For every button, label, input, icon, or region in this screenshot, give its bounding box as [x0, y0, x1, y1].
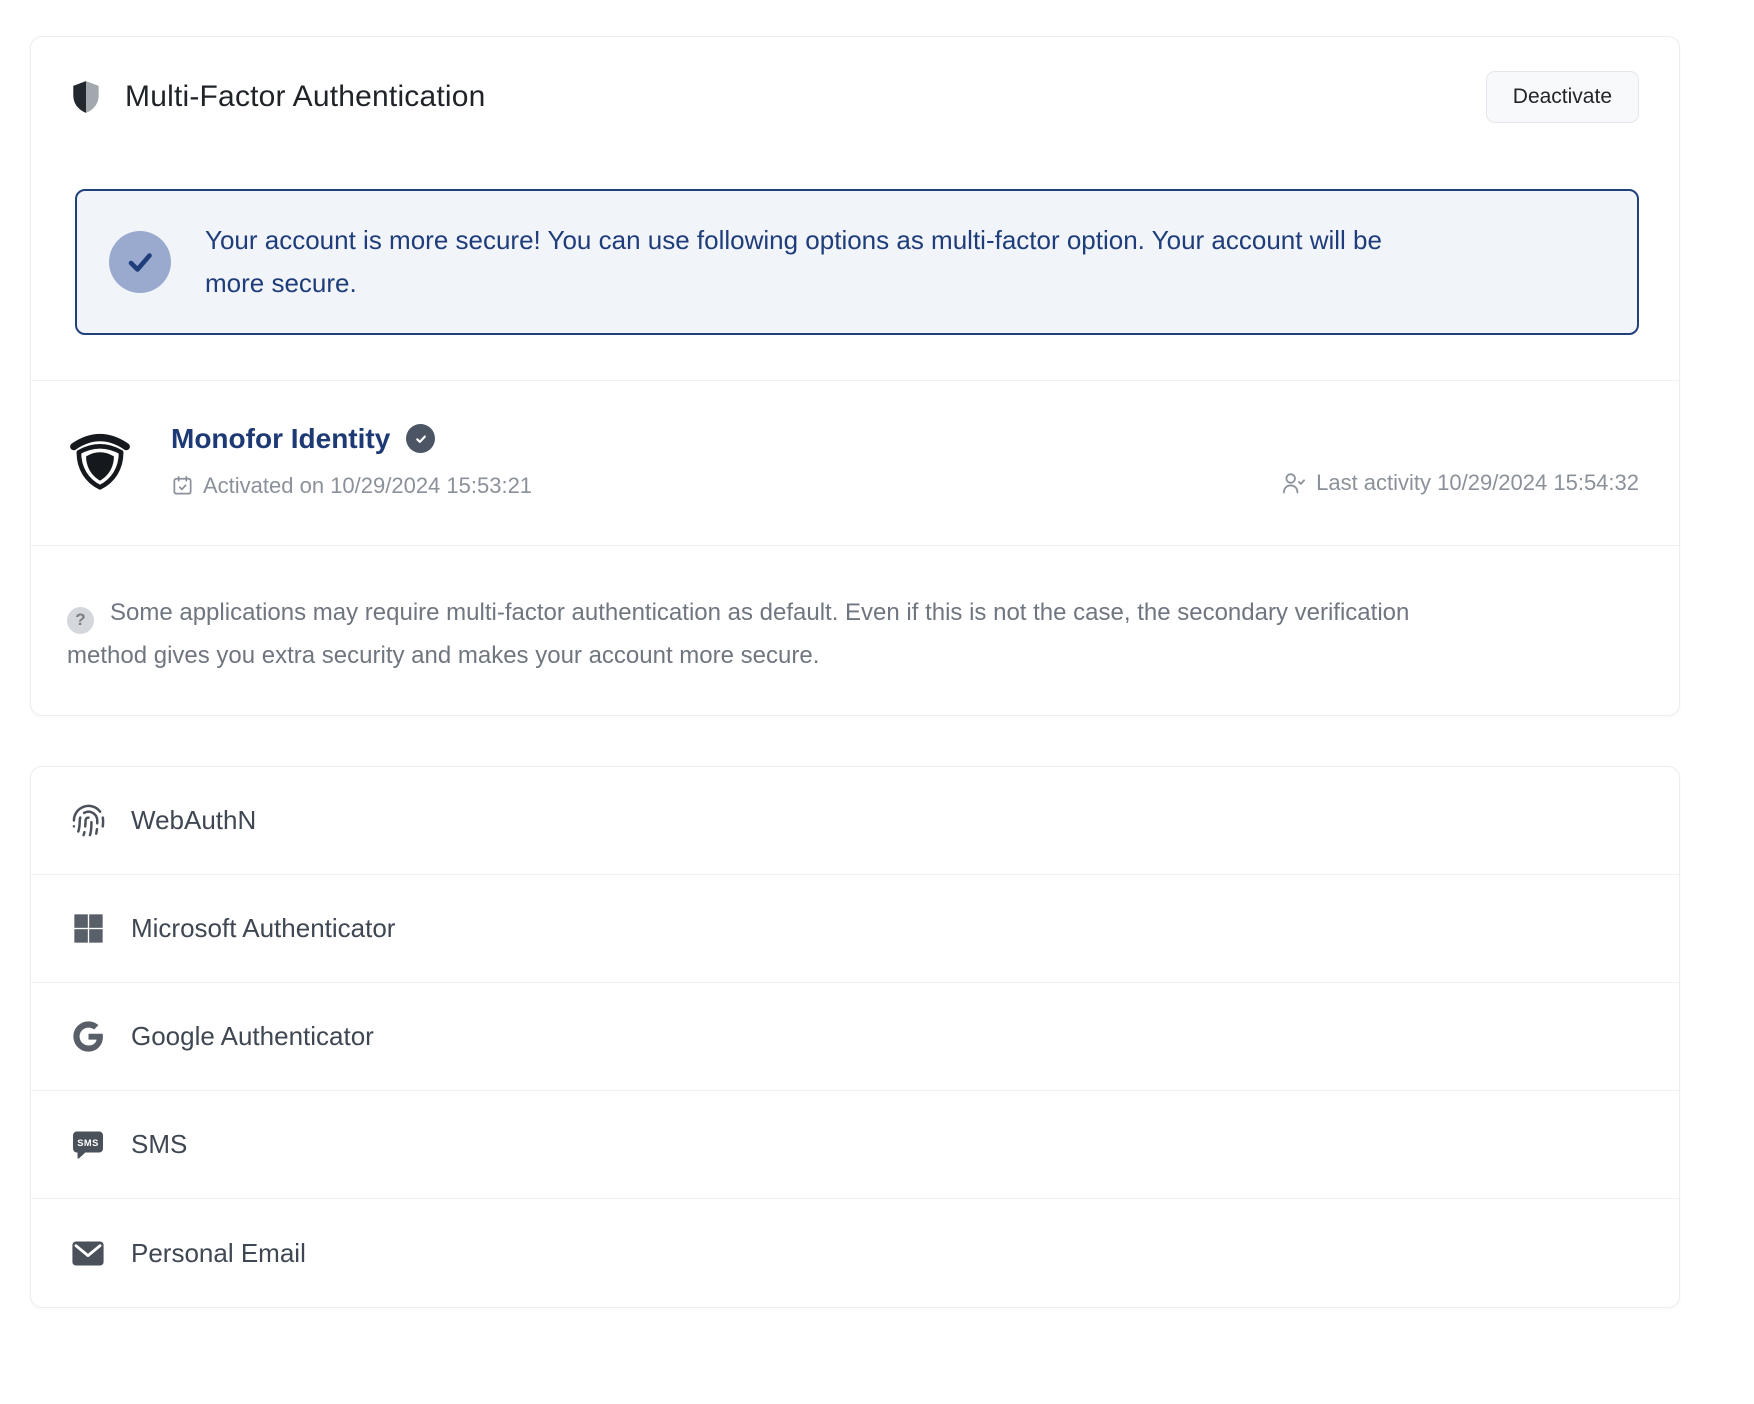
option-row-microsoft-authenticator[interactable]: Microsoft Authenticator: [31, 875, 1679, 983]
success-banner: Your account is more secure! You can use…: [75, 189, 1639, 335]
user-check-icon: [1280, 470, 1307, 497]
banner-message: Your account is more secure! You can use…: [205, 219, 1435, 305]
option-label: Personal Email: [131, 1238, 306, 1269]
fingerprint-icon: [67, 803, 109, 838]
last-activity-label: Last activity 10/29/2024 15:54:32: [1316, 470, 1639, 496]
mfa-status-card: Multi-Factor Authentication Deactivate Y…: [30, 36, 1680, 716]
help-section: ?Some applications may require multi-fac…: [31, 546, 1679, 715]
option-row-sms[interactable]: SMS SMS: [31, 1091, 1679, 1199]
shield-half-icon: [67, 78, 105, 116]
provider-info: Monofor Identity: [171, 421, 532, 499]
google-icon: [67, 1020, 109, 1053]
deactivate-button[interactable]: Deactivate: [1486, 71, 1639, 123]
option-row-personal-email[interactable]: Personal Email: [31, 1199, 1679, 1307]
option-row-google-authenticator[interactable]: Google Authenticator: [31, 983, 1679, 1091]
check-circle-icon: [109, 231, 171, 293]
envelope-icon: [67, 1240, 109, 1267]
question-circle-icon: ?: [67, 607, 94, 634]
help-paragraph: ?Some applications may require multi-fac…: [67, 591, 1467, 677]
option-row-webauthn[interactable]: WebAuthN: [31, 767, 1679, 875]
help-text: Some applications may require multi-fact…: [67, 599, 1409, 669]
sms-glyph: SMS: [77, 1138, 98, 1148]
calendar-check-icon: [171, 474, 194, 497]
last-activity: Last activity 10/29/2024 15:54:32: [1280, 470, 1639, 497]
option-label: SMS: [131, 1129, 187, 1160]
microsoft-icon: [67, 913, 109, 944]
monofor-logo-icon: [67, 427, 133, 493]
provider-name: Monofor Identity: [171, 423, 390, 455]
mfa-options-card: WebAuthN Microsoft Authenticator Google …: [30, 766, 1680, 1308]
card-header: Multi-Factor Authentication Deactivate: [31, 37, 1679, 123]
verified-badge-icon: [406, 424, 435, 453]
provider-section: Monofor Identity: [31, 381, 1679, 545]
option-label: Google Authenticator: [131, 1021, 374, 1052]
activated-on: Activated on 10/29/2024 15:53:21: [171, 473, 532, 499]
option-label: Microsoft Authenticator: [131, 913, 395, 944]
sms-bubble-icon: SMS: [67, 1127, 109, 1163]
activated-label: Activated on 10/29/2024 15:53:21: [203, 473, 532, 499]
option-label: WebAuthN: [131, 805, 256, 836]
page-title: Multi-Factor Authentication: [125, 80, 486, 114]
mfa-settings-page: Multi-Factor Authentication Deactivate Y…: [0, 36, 1754, 1308]
